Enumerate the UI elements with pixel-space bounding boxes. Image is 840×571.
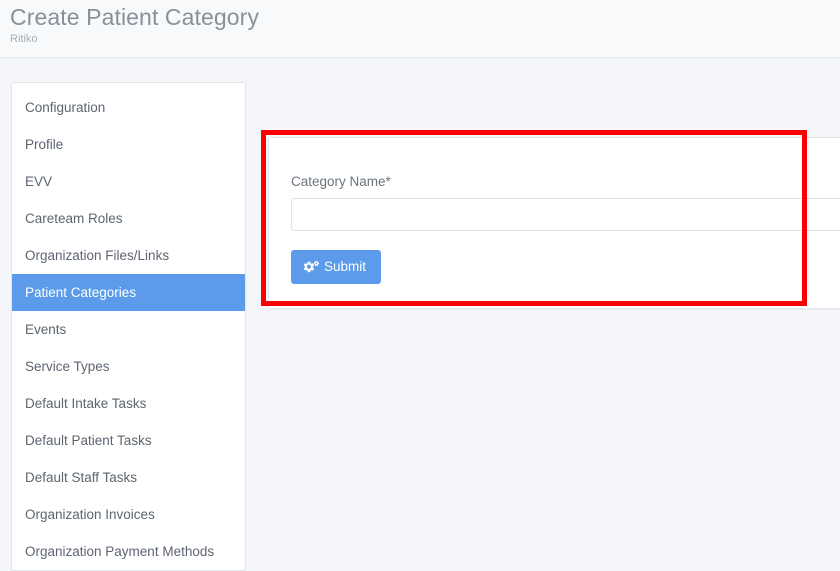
sidebar-item-organization-files-links[interactable]: Organization Files/Links xyxy=(12,237,245,274)
sidebar-item-organization-payment-methods[interactable]: Organization Payment Methods xyxy=(12,533,245,570)
category-name-form-group: Category Name* Submit xyxy=(269,174,840,284)
sidebar-item-default-patient-tasks[interactable]: Default Patient Tasks xyxy=(12,422,245,459)
sidebar-nav-list: Configuration Profile EVV Careteam Roles… xyxy=(12,83,245,570)
submit-button-label: Submit xyxy=(324,259,367,274)
sidebar-item-careteam-roles[interactable]: Careteam Roles xyxy=(12,200,245,237)
sidebar-item-patient-categories[interactable]: Patient Categories xyxy=(12,274,245,311)
category-name-input[interactable] xyxy=(291,198,840,231)
content-area: Configuration Profile EVV Careteam Roles… xyxy=(0,58,840,571)
submit-button[interactable]: Submit xyxy=(291,250,382,284)
sidebar-item-profile[interactable]: Profile xyxy=(12,126,245,163)
sidebar-item-organization-invoices[interactable]: Organization Invoices xyxy=(12,496,245,533)
page-subtitle: Ritiko xyxy=(10,33,38,45)
page-header: Create Patient Category Ritiko xyxy=(0,0,840,58)
cogs-icon xyxy=(304,260,319,274)
sidebar-item-events[interactable]: Events xyxy=(12,311,245,348)
page-title: Create Patient Category xyxy=(10,4,260,30)
sidebar-item-evv[interactable]: EVV xyxy=(12,163,245,200)
sidebar-item-default-intake-tasks[interactable]: Default Intake Tasks xyxy=(12,385,245,422)
category-name-label: Category Name* xyxy=(291,174,391,189)
sidebar-item-default-staff-tasks[interactable]: Default Staff Tasks xyxy=(12,459,245,496)
settings-sidebar: Configuration Profile EVV Careteam Roles… xyxy=(11,82,246,571)
create-category-form-card: Category Name* Submit xyxy=(268,137,840,309)
sidebar-item-configuration[interactable]: Configuration xyxy=(12,89,245,126)
sidebar-item-service-types[interactable]: Service Types xyxy=(12,348,245,385)
